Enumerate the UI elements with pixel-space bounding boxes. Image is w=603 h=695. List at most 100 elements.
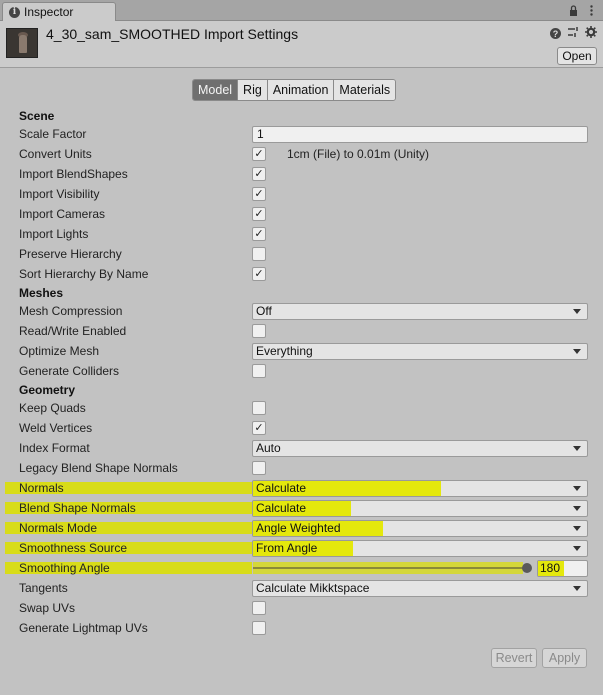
- index-format-dropdown[interactable]: Auto: [252, 440, 588, 457]
- preserve-hierarchy-checkbox[interactable]: [252, 247, 266, 261]
- smoothness-source-dropdown[interactable]: From Angle: [252, 540, 588, 557]
- section-scene: Scene: [19, 109, 55, 123]
- import-blendshapes-row: Import BlendShapes ✓: [0, 165, 603, 185]
- weld-vertices-checkbox[interactable]: ✓: [252, 421, 266, 435]
- read-write-checkbox[interactable]: [252, 324, 266, 338]
- normals-label: Normals: [19, 481, 64, 495]
- lightmap-uvs-checkbox[interactable]: [252, 621, 266, 635]
- caret-down-icon: [573, 446, 581, 451]
- open-button[interactable]: Open: [557, 47, 597, 65]
- tangents-label: Tangents: [19, 581, 68, 595]
- smoothing-angle-input[interactable]: 180: [537, 560, 588, 577]
- keep-quads-label: Keep Quads: [19, 401, 86, 415]
- normals-dropdown[interactable]: Calculate: [252, 480, 588, 497]
- import-lights-checkbox[interactable]: ✓: [252, 227, 266, 241]
- window-tools: [567, 3, 597, 17]
- smoothness-source-label: Smoothness Source: [19, 541, 128, 555]
- caret-down-icon: [573, 349, 581, 354]
- tab-animation[interactable]: Animation: [267, 80, 335, 100]
- gear-icon[interactable]: [585, 26, 597, 41]
- legacy-blend-row: Legacy Blend Shape Normals: [0, 459, 603, 479]
- swap-uvs-checkbox[interactable]: [252, 601, 266, 615]
- legacy-blend-checkbox[interactable]: [252, 461, 266, 475]
- legacy-blend-label: Legacy Blend Shape Normals: [19, 461, 178, 475]
- scale-factor-row: Scale Factor 1: [0, 125, 603, 145]
- import-cameras-row: Import Cameras ✓: [0, 205, 603, 225]
- lock-icon[interactable]: [567, 3, 579, 17]
- smoothness-source-value: From Angle: [256, 541, 318, 555]
- normals-value: Calculate: [256, 481, 307, 495]
- blend-shape-normals-dropdown[interactable]: Calculate: [252, 500, 588, 517]
- blend-shape-normals-row: Blend Shape Normals Calculate: [0, 499, 603, 519]
- import-cameras-label: Import Cameras: [19, 207, 106, 221]
- header-icons: ?: [550, 26, 597, 41]
- lightmap-uvs-label: Generate Lightmap UVs: [19, 621, 148, 635]
- asset-header: 4_30_sam_SMOOTHED Import Settings ? Open: [0, 21, 603, 68]
- caret-down-icon: [573, 586, 581, 591]
- smoothing-angle-row: Smoothing Angle 180: [0, 559, 603, 579]
- import-visibility-checkbox[interactable]: ✓: [252, 187, 266, 201]
- mesh-compression-value: Off: [256, 304, 272, 318]
- index-format-value: Auto: [256, 441, 281, 455]
- checkmark-icon: ✓: [254, 148, 264, 160]
- tab-rig[interactable]: Rig: [238, 80, 268, 100]
- import-blendshapes-checkbox[interactable]: ✓: [252, 167, 266, 181]
- swap-uvs-label: Swap UVs: [19, 601, 76, 615]
- mesh-compression-dropdown[interactable]: Off: [252, 303, 588, 320]
- apply-button[interactable]: Apply: [542, 648, 587, 668]
- import-blendshapes-label: Import BlendShapes: [19, 167, 128, 181]
- keep-quads-checkbox[interactable]: [252, 401, 266, 415]
- import-visibility-row: Import Visibility ✓: [0, 185, 603, 205]
- import-lights-label: Import Lights: [19, 227, 89, 241]
- import-tabs: Model Rig Animation Materials: [192, 79, 397, 101]
- sort-hierarchy-row: Sort Hierarchy By Name ✓: [0, 265, 603, 285]
- import-lights-row: Import Lights ✓: [0, 225, 603, 245]
- generate-colliders-label: Generate Colliders: [19, 364, 120, 378]
- import-visibility-label: Import Visibility: [19, 187, 100, 201]
- sort-hierarchy-label: Sort Hierarchy By Name: [19, 267, 149, 281]
- index-format-row: Index Format Auto: [0, 439, 603, 459]
- window-tab-bar: i Inspector: [0, 0, 603, 21]
- smoothing-angle-slider-handle[interactable]: [522, 563, 532, 573]
- smoothing-angle-slider-track[interactable]: [253, 567, 529, 569]
- scale-factor-input[interactable]: 1: [252, 126, 588, 143]
- help-icon[interactable]: ?: [550, 28, 561, 39]
- preserve-hierarchy-row: Preserve Hierarchy: [0, 245, 603, 265]
- inspector-tab[interactable]: i Inspector: [2, 2, 116, 21]
- weld-vertices-label: Weld Vertices: [19, 421, 93, 435]
- tangents-dropdown[interactable]: Calculate Mikktspace: [252, 580, 588, 597]
- optimize-mesh-dropdown[interactable]: Everything: [252, 343, 588, 360]
- preserve-hierarchy-label: Preserve Hierarchy: [19, 247, 122, 261]
- revert-button[interactable]: Revert: [491, 648, 537, 668]
- tangents-row: Tangents Calculate Mikktspace: [0, 579, 603, 599]
- read-write-label: Read/Write Enabled: [19, 324, 127, 338]
- import-cameras-checkbox[interactable]: ✓: [252, 207, 266, 221]
- normals-mode-row: Normals Mode Angle Weighted: [0, 519, 603, 539]
- read-write-row: Read/Write Enabled: [0, 322, 603, 342]
- checkmark-icon: ✓: [254, 422, 264, 434]
- menu-icon[interactable]: [585, 3, 597, 17]
- generate-colliders-checkbox[interactable]: [252, 364, 266, 378]
- convert-units-note: 1cm (File) to 0.01m (Unity): [287, 147, 430, 161]
- checkmark-icon: ✓: [254, 188, 264, 200]
- caret-down-icon: [573, 486, 581, 491]
- normals-mode-dropdown[interactable]: Angle Weighted: [252, 520, 588, 537]
- keep-quads-row: Keep Quads: [0, 399, 603, 419]
- sort-hierarchy-checkbox[interactable]: ✓: [252, 267, 266, 281]
- section-meshes: Meshes: [19, 286, 64, 300]
- mesh-compression-row: Mesh Compression Off: [0, 302, 603, 322]
- tab-model[interactable]: Model: [193, 80, 239, 100]
- caret-down-icon: [573, 309, 581, 314]
- tangents-value: Calculate Mikktspace: [256, 581, 370, 595]
- optimize-mesh-row: Optimize Mesh Everything: [0, 342, 603, 362]
- preset-icon[interactable]: [567, 26, 579, 41]
- convert-units-checkbox[interactable]: ✓: [252, 147, 266, 161]
- section-geometry: Geometry: [19, 383, 76, 397]
- convert-units-row: Convert Units ✓ 1cm (File) to 0.01m (Uni…: [0, 145, 603, 165]
- caret-down-icon: [573, 546, 581, 551]
- info-icon: i: [9, 6, 20, 18]
- weld-vertices-row: Weld Vertices ✓: [0, 419, 603, 439]
- checkmark-icon: ✓: [254, 208, 264, 220]
- tab-materials[interactable]: Materials: [334, 80, 396, 100]
- optimize-mesh-label: Optimize Mesh: [19, 344, 100, 358]
